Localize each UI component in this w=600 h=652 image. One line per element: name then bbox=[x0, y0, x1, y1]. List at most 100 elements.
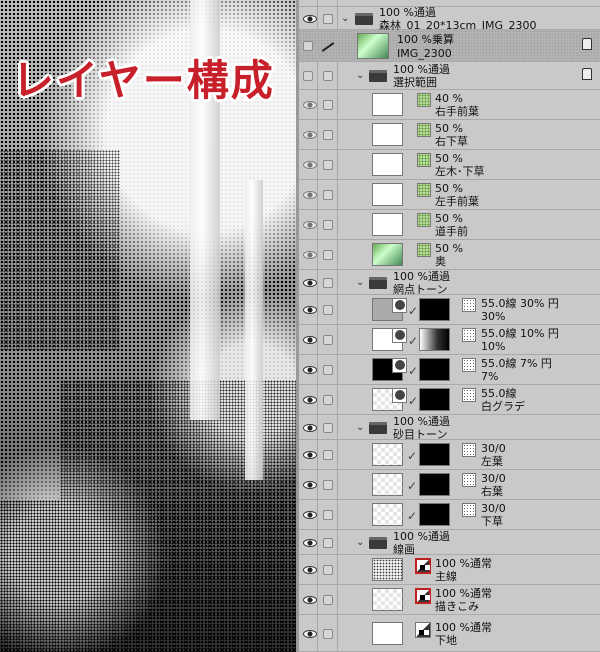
visibility-eye-icon[interactable] bbox=[303, 101, 317, 109]
layer-name: 右手前葉 bbox=[435, 105, 479, 118]
raster-layer-icon bbox=[415, 588, 431, 604]
visibility-eye-icon[interactable] bbox=[303, 511, 317, 519]
visibility-eye-icon[interactable] bbox=[303, 366, 317, 374]
layer-mask-thumbnail bbox=[419, 443, 450, 466]
mask-link-icon: ✓ bbox=[408, 394, 419, 408]
visibility-eye-icon[interactable] bbox=[303, 278, 317, 287]
layer-name: 30% bbox=[481, 310, 506, 323]
layer-name: 左手前葉 bbox=[435, 195, 479, 208]
visibility-eye-icon[interactable] bbox=[303, 221, 317, 229]
visibility-eye-icon[interactable] bbox=[303, 306, 317, 314]
layer-row[interactable]: 50 % 道手前 bbox=[299, 210, 600, 240]
chevron-down-icon[interactable]: ⌄ bbox=[356, 422, 364, 433]
layer-row[interactable]: ✓ 55.0線 30% 円 30% bbox=[299, 295, 600, 325]
lock-checkbox[interactable] bbox=[323, 190, 333, 200]
visibility-eye-icon[interactable] bbox=[303, 538, 317, 547]
lock-checkbox[interactable] bbox=[323, 422, 333, 433]
folder-icon bbox=[369, 70, 387, 82]
layer-opacity-mode: 100 %通過 bbox=[393, 63, 450, 76]
mask-link-icon: ✓ bbox=[407, 479, 418, 493]
selection-layer-icon bbox=[417, 93, 431, 107]
layer-folder-row[interactable]: ⌄ 100 %通過 網点トーン bbox=[299, 270, 600, 296]
lock-checkbox[interactable] bbox=[323, 335, 333, 345]
layer-name: 砂目トーン bbox=[393, 427, 448, 441]
lock-checkbox[interactable] bbox=[323, 395, 333, 405]
visibility-eye-icon[interactable] bbox=[303, 451, 317, 459]
visibility-eye-icon[interactable] bbox=[303, 251, 317, 259]
lock-checkbox[interactable] bbox=[323, 595, 333, 605]
visibility-checkbox[interactable] bbox=[303, 71, 313, 81]
layer-row[interactable]: ✓ 55.0線 7% 円 7% bbox=[299, 355, 600, 385]
lock-checkbox[interactable] bbox=[323, 160, 333, 170]
chevron-down-icon[interactable]: ⌄ bbox=[341, 13, 349, 24]
lock-checkbox[interactable] bbox=[323, 565, 333, 575]
lock-checkbox[interactable] bbox=[323, 71, 333, 81]
visibility-eye-icon[interactable] bbox=[303, 481, 317, 489]
visibility-eye-icon[interactable] bbox=[303, 423, 317, 432]
sand-tone-icon bbox=[462, 503, 476, 517]
layer-row[interactable]: ✓ 55.0線 白グラデ bbox=[299, 385, 600, 415]
layer-name: 選択範囲 bbox=[393, 76, 437, 89]
layer-folder-row[interactable]: ⌄ 100 %通過 選択範囲 bbox=[299, 62, 600, 90]
layer-row[interactable]: 50 % 左木･下草 bbox=[299, 150, 600, 180]
lock-checkbox[interactable] bbox=[323, 130, 333, 140]
visibility-eye-icon[interactable] bbox=[303, 336, 317, 344]
tone-icon bbox=[392, 298, 407, 313]
lock-checkbox[interactable] bbox=[323, 365, 333, 375]
layer-row[interactable]: ✓ 30/0 右葉 bbox=[299, 470, 600, 500]
reference-layer-icon[interactable] bbox=[582, 38, 592, 50]
layer-folder-row[interactable]: ⌄ 100 %通過 砂目トーン bbox=[299, 415, 600, 441]
layer-row[interactable]: 40 % 右手前葉 bbox=[299, 90, 600, 120]
lock-checkbox[interactable] bbox=[323, 480, 333, 490]
visibility-eye-icon[interactable] bbox=[303, 131, 317, 139]
sand-tone-icon bbox=[462, 473, 476, 487]
layer-row[interactable]: 100 %通常 主線 bbox=[299, 555, 600, 585]
visibility-eye-icon[interactable] bbox=[303, 396, 317, 404]
layer-row[interactable]: ✓ 30/0 下草 bbox=[299, 500, 600, 530]
layer-row[interactable]: 50 % 左手前葉 bbox=[299, 180, 600, 210]
layer-row[interactable]: 100 %乗算 IMG_2300 bbox=[299, 30, 600, 62]
lock-checkbox[interactable] bbox=[323, 305, 333, 315]
layer-opacity-mode: 100 %通常 bbox=[435, 587, 492, 600]
layer-thumbnail bbox=[372, 183, 403, 206]
layer-row[interactable]: ✓ 55.0線 10% 円 10% bbox=[299, 325, 600, 355]
layer-thumbnail bbox=[372, 588, 403, 611]
visibility-eye-icon[interactable] bbox=[303, 14, 317, 23]
lock-checkbox[interactable] bbox=[323, 450, 333, 460]
visibility-eye-icon[interactable] bbox=[303, 191, 317, 199]
layer-name: 奥 bbox=[435, 255, 446, 268]
visibility-eye-icon[interactable] bbox=[303, 629, 317, 638]
layer-mask-thumbnail bbox=[419, 388, 450, 411]
layer-row[interactable]: ✓ 30/0 左葉 bbox=[299, 440, 600, 470]
layer-folder-row[interactable]: ⌄ 100 %通過 森林_01_20*13cm_IMG_2300 bbox=[299, 6, 600, 32]
lock-checkbox[interactable] bbox=[323, 537, 333, 548]
layer-thumbnail bbox=[372, 473, 403, 496]
mask-link-icon: ✓ bbox=[407, 509, 418, 523]
visibility-eye-icon[interactable] bbox=[303, 566, 317, 574]
chevron-down-icon[interactable]: ⌄ bbox=[356, 537, 364, 548]
layer-name: 7% bbox=[481, 370, 499, 383]
reference-layer-icon[interactable] bbox=[582, 68, 592, 80]
chevron-down-icon[interactable]: ⌄ bbox=[356, 277, 364, 288]
visibility-eye-icon[interactable] bbox=[303, 161, 317, 169]
selection-layer-icon bbox=[417, 243, 431, 257]
layer-name: 主線 bbox=[435, 570, 457, 583]
visibility-checkbox[interactable] bbox=[303, 41, 313, 51]
lock-checkbox[interactable] bbox=[323, 250, 333, 260]
lock-checkbox[interactable] bbox=[323, 277, 333, 288]
lock-checkbox[interactable] bbox=[323, 220, 333, 230]
layer-opacity-mode: 50 % bbox=[435, 152, 463, 165]
chevron-down-icon[interactable]: ⌄ bbox=[356, 70, 364, 81]
layer-row[interactable]: 50 % 右下草 bbox=[299, 120, 600, 150]
lock-checkbox[interactable] bbox=[323, 510, 333, 520]
mask-link-icon: ✓ bbox=[408, 304, 419, 318]
layer-folder-row[interactable]: ⌄ 100 %通過 線画 bbox=[299, 530, 600, 556]
lock-checkbox[interactable] bbox=[323, 100, 333, 110]
layer-row[interactable]: 100 %通常 描きこみ bbox=[299, 585, 600, 615]
lock-checkbox[interactable] bbox=[323, 13, 333, 24]
visibility-eye-icon[interactable] bbox=[303, 596, 317, 604]
layer-name: 網点トーン bbox=[393, 282, 448, 296]
lock-checkbox[interactable] bbox=[323, 628, 333, 639]
layer-row[interactable]: 100 %通常 下地 bbox=[299, 615, 600, 652]
layer-row[interactable]: 50 % 奥 bbox=[299, 240, 600, 270]
